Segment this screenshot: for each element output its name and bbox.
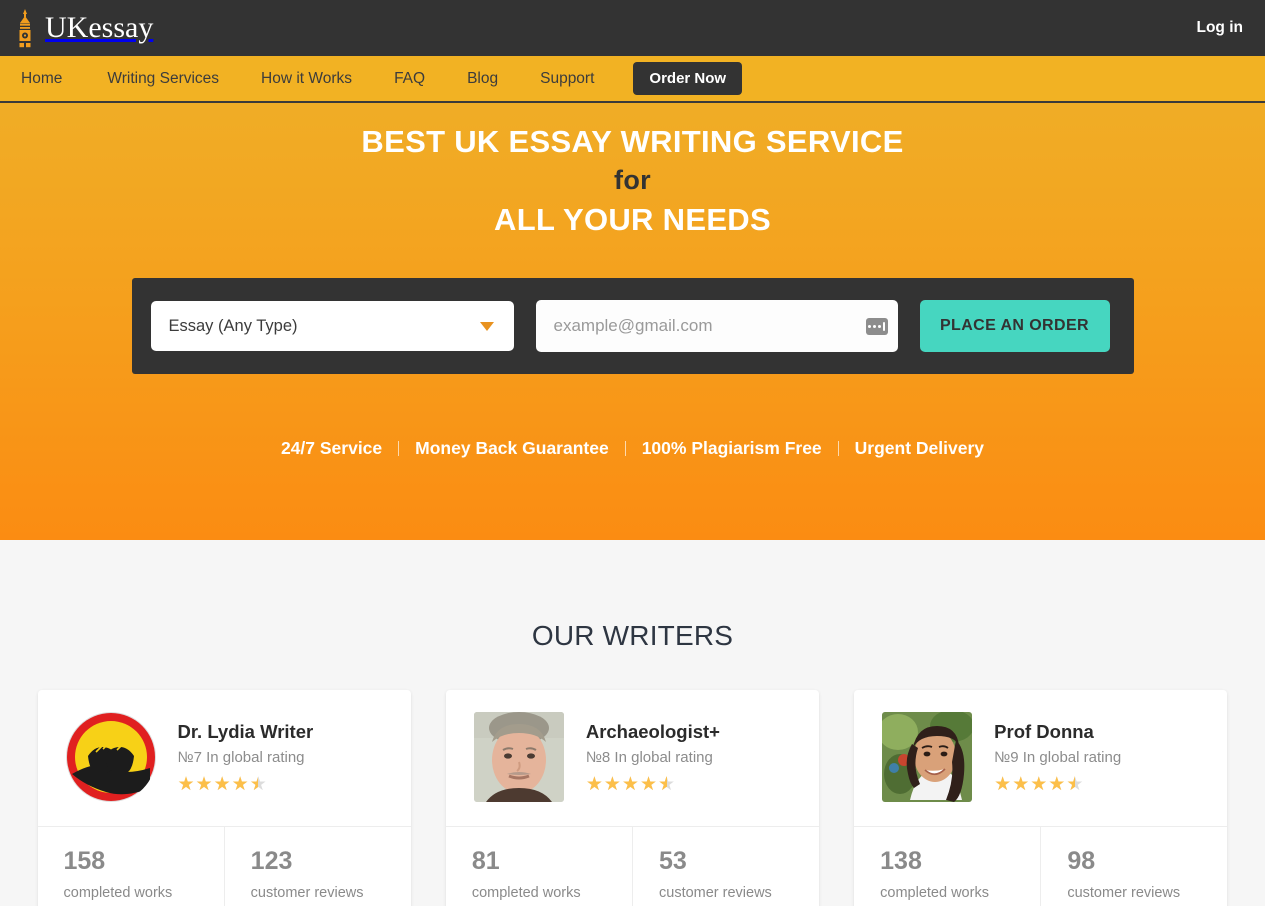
stat-value: 81 — [471, 847, 500, 875]
writer-star-rating: ★★★★★★★★★★ — [178, 775, 314, 794]
order-now-button[interactable]: Order Now — [633, 62, 743, 95]
top-header-bar: UKessay Log in — [0, 0, 1265, 56]
stat-label: completed works — [471, 885, 581, 901]
star-icon: ★★ — [213, 773, 231, 795]
handshake-logo-avatar — [65, 712, 156, 802]
writer-card-header: Archaeologist+ №8 In global rating ★ ★ ★ ★ ★… — [446, 690, 819, 826]
feature-item-money-back: Money Back Guarantee — [415, 438, 609, 458]
writer-card[interactable]: Dr. Lydia Writer №7 In global rating ★ ★ ★… — [37, 690, 411, 906]
stat-label: completed works — [880, 885, 989, 901]
nav-item-home[interactable]: Home — [21, 70, 86, 88]
hero-headline-line-2: for — [614, 165, 651, 195]
writer-info: Prof Donna №9 In global rating ★ ★ ★ ★ ★ ★ ★ ★ ★… — [994, 721, 1121, 794]
stat-value: 53 — [659, 847, 687, 875]
nav-item-how-it-works[interactable]: How it Works — [240, 70, 373, 88]
writer-info: Archaeologist+ №8 In global rating ★ ★ ★ ★ ★… — [586, 721, 720, 794]
stat-completed-works: 158 completed works — [38, 827, 224, 906]
star-icon: ★★ — [1012, 773, 1030, 795]
stat-value: 98 — [1067, 847, 1096, 875]
writer-card-header: Dr. Lydia Writer №7 In global rating ★ ★ ★… — [38, 690, 411, 826]
stat-value: 138 — [880, 847, 922, 875]
writer-info: Dr. Lydia Writer №7 In global rating ★ ★ ★… — [178, 721, 314, 794]
stat-value: 123 — [250, 847, 293, 875]
star-icon: ★★ — [994, 773, 1012, 795]
stat-label: completed works — [63, 885, 173, 901]
nav-item-faq[interactable]: FAQ — [373, 70, 446, 88]
hero-section: BEST UK ESSAY WRITING SERVICE for ALL YO… — [0, 103, 1265, 540]
site-logo[interactable]: UKessay — [14, 8, 153, 48]
chevron-down-icon — [479, 321, 494, 331]
feature-item-service: 24/7 Service — [280, 438, 383, 458]
paper-type-selected-value: Essay (Any Type) — [168, 316, 298, 335]
man-photo-avatar — [473, 712, 564, 802]
stat-customer-reviews: 98 customer reviews — [1040, 827, 1227, 906]
hero-headline-line-3: ALL YOUR NEEDS — [494, 202, 771, 237]
writer-star-rating: ★★★★★★★★★★ — [586, 775, 720, 794]
writer-global-rank: №7 In global rating — [177, 748, 305, 766]
paper-type-select[interactable]: Essay (Any Type) — [150, 301, 514, 351]
stat-customer-reviews: 53 customer reviews — [632, 827, 819, 906]
stat-label: customer reviews — [1067, 885, 1181, 901]
writer-card[interactable]: Prof Donna №9 In global rating ★ ★ ★ ★ ★ ★ ★ ★ ★… — [854, 690, 1228, 906]
star-icon: ★★ — [621, 773, 639, 795]
star-icon: ★★ — [177, 773, 195, 795]
stat-completed-works: 138 completed works — [854, 827, 1040, 906]
section-title-our-writers: OUR WRITERS — [531, 620, 734, 651]
email-field-wrapper — [535, 300, 898, 352]
stat-customer-reviews: 123 customer reviews — [223, 827, 411, 906]
place-an-order-button[interactable]: PLACE AN ORDER — [919, 300, 1110, 352]
star-icon: ★★ — [1030, 773, 1048, 795]
writer-global-rank: №8 In global rating — [585, 748, 713, 766]
main-navigation: Home Writing Services How it Works FAQ B… — [0, 56, 1265, 103]
our-writers-section: OUR WRITERS Dr. Lydia Writer №7 In globa… — [0, 540, 1265, 906]
writer-card[interactable]: Archaeologist+ №8 In global rating ★ ★ ★ ★ ★… — [445, 690, 820, 906]
big-ben-tower-icon — [14, 8, 36, 48]
writer-card-header: Prof Donna №9 In global rating ★ ★ ★ ★ ★ ★ ★ ★ ★… — [854, 690, 1227, 826]
hero-headline: BEST UK ESSAY WRITING SERVICE for ALL YO… — [0, 122, 1265, 239]
nav-item-writing-services[interactable]: Writing Services — [86, 70, 240, 88]
order-form-panel: Essay (Any Type) PLACE AN ORDER — [131, 278, 1134, 374]
writer-stats-row: 81 completed works 53 customer reviews — [445, 826, 820, 906]
logo-wordmark: UKessay — [45, 13, 153, 43]
star-icon: ★★ — [585, 773, 603, 795]
star-icon: ★★ — [195, 773, 213, 795]
email-input[interactable] — [553, 316, 880, 336]
writer-name: Dr. Lydia Writer — [177, 720, 314, 742]
stat-completed-works: 81 completed works — [446, 827, 632, 906]
star-icon: ★★ — [603, 773, 621, 795]
autofill-dots-icon[interactable] — [865, 317, 888, 335]
writer-name: Prof Donna — [994, 720, 1094, 742]
writer-name: Archaeologist+ — [585, 720, 720, 742]
star-icon: ★★ — [249, 773, 267, 795]
writer-star-rating: ★★★★★★★★★★ — [994, 775, 1121, 794]
star-icon: ★★ — [231, 773, 249, 795]
feature-item-urgent: Urgent Delivery — [854, 438, 985, 458]
logo-text-uk: UK — [45, 11, 89, 44]
stat-value: 158 — [63, 847, 106, 875]
star-icon: ★★ — [658, 773, 676, 795]
writers-grid: Dr. Lydia Writer №7 In global rating ★ ★ ★… — [37, 690, 1228, 906]
logo-text-essay: essay — [88, 11, 154, 44]
writer-stats-row: 158 completed works 123 customer reviews — [37, 826, 411, 906]
nav-item-blog[interactable]: Blog — [446, 70, 519, 88]
star-icon: ★★ — [1048, 773, 1066, 795]
hero-feature-list: 24/7 Service Money Back Guarantee 100% P… — [0, 438, 1265, 459]
feature-item-plagiarism: 100% Plagiarism Free — [641, 438, 822, 458]
woman-photo-avatar — [882, 712, 973, 802]
star-icon: ★★ — [1066, 773, 1084, 795]
stat-label: customer reviews — [250, 885, 364, 901]
hero-headline-line-1: BEST UK ESSAY WRITING SERVICE — [361, 124, 904, 159]
stat-label: customer reviews — [659, 885, 772, 901]
writer-global-rank: №9 In global rating — [994, 748, 1122, 766]
login-link[interactable]: Log in — [1197, 19, 1244, 37]
star-icon: ★★ — [639, 773, 658, 795]
nav-item-support[interactable]: Support — [519, 70, 615, 88]
writer-stats-row: 138 completed works 98 customer reviews — [854, 826, 1228, 906]
